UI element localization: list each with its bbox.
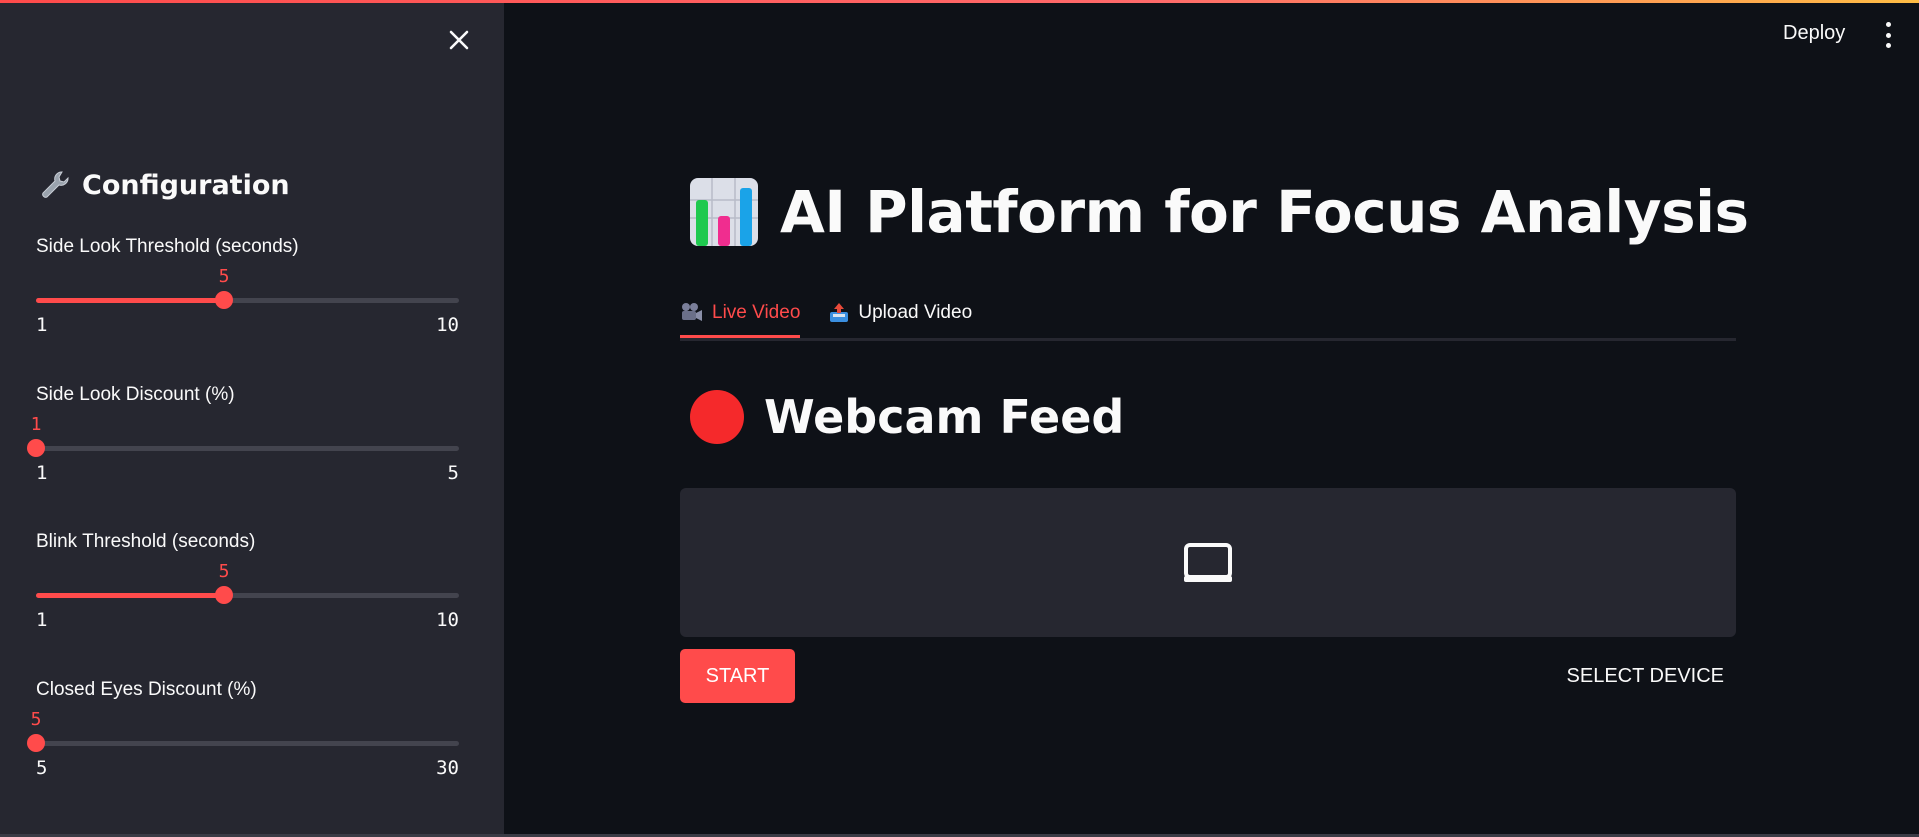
slider-track[interactable] — [36, 741, 459, 746]
section-header: Webcam Feed — [690, 390, 1124, 444]
slider-closed-eyes-discount: Closed Eyes Discount (%) 5 5 30 — [27, 679, 459, 779]
close-icon — [449, 30, 469, 50]
slider-fill — [36, 593, 224, 598]
webcam-video-area — [680, 488, 1736, 637]
slider-control[interactable]: 1 — [27, 414, 459, 457]
slider-label: Closed Eyes Discount (%) — [36, 679, 257, 700]
start-button[interactable]: START — [680, 649, 795, 703]
slider-max-label: 10 — [436, 314, 459, 336]
slider-max-label: 10 — [436, 609, 459, 631]
slider-label: Blink Threshold (seconds) — [36, 531, 256, 552]
bar-chart-icon — [690, 178, 758, 246]
red-circle-icon — [690, 390, 744, 444]
movie-camera-icon — [682, 302, 702, 321]
sidebar-header: Configuration — [38, 168, 290, 202]
slider-thumb[interactable] — [215, 586, 233, 604]
app-root: Configuration Side Look Threshold (secon… — [0, 0, 1919, 837]
deploy-button[interactable]: Deploy — [1783, 22, 1845, 45]
slider-min-label: 1 — [36, 609, 48, 631]
select-device-button[interactable]: SELECT DEVICE — [1548, 649, 1736, 703]
page-title-row: AI Platform for Focus Analysis — [690, 178, 1749, 246]
slider-label: Side Look Threshold (seconds) — [36, 236, 299, 257]
slider-thumb[interactable] — [27, 439, 45, 457]
wrench-icon — [42, 171, 69, 198]
outbox-tray-icon — [830, 302, 849, 322]
sidebar-title: Configuration — [82, 169, 290, 201]
top-decoration-bar — [0, 0, 1919, 3]
slider-side-look-threshold: Side Look Threshold (seconds) 5 1 10 — [36, 236, 459, 336]
slider-max-label: 30 — [436, 757, 459, 779]
slider-current-value: 1 — [30, 414, 42, 435]
sidebar: Configuration Side Look Threshold (secon… — [0, 0, 504, 837]
slider-current-value: 5 — [218, 561, 230, 582]
tab-live-video[interactable]: Live Video — [680, 290, 801, 338]
close-sidebar-button[interactable] — [443, 24, 475, 56]
slider-current-value: 5 — [30, 709, 42, 730]
laptop-icon — [1184, 542, 1232, 582]
slider-min-label: 1 — [36, 462, 48, 484]
slider-current-value: 5 — [218, 266, 230, 287]
slider-min-label: 1 — [36, 314, 48, 336]
slider-control[interactable]: 5 — [36, 561, 459, 604]
slider-control[interactable]: 5 — [27, 709, 459, 752]
main-menu-button[interactable] — [1878, 22, 1898, 48]
section-title: Webcam Feed — [764, 390, 1125, 444]
tab-upload-video[interactable]: Upload Video — [828, 290, 972, 335]
tab-bar: Live Video Upload Video — [680, 290, 1736, 341]
kebab-dot — [1885, 32, 1891, 38]
slider-side-look-discount: Side Look Discount (%) 1 1 5 — [27, 384, 459, 484]
kebab-dot — [1885, 22, 1891, 27]
slider-control[interactable]: 5 — [36, 266, 459, 309]
kebab-dot — [1885, 43, 1891, 48]
page-title: AI Platform for Focus Analysis — [780, 178, 1749, 246]
slider-thumb[interactable] — [215, 291, 233, 309]
slider-fill — [36, 298, 224, 303]
slider-max-label: 5 — [447, 462, 459, 484]
tab-label: Upload Video — [858, 301, 973, 323]
slider-track[interactable] — [36, 446, 459, 451]
tab-label: Live Video — [712, 301, 801, 323]
slider-label: Side Look Discount (%) — [36, 384, 235, 405]
slider-min-label: 5 — [36, 757, 48, 779]
slider-blink-threshold: Blink Threshold (seconds) 5 1 10 — [36, 531, 459, 631]
slider-thumb[interactable] — [27, 734, 45, 752]
